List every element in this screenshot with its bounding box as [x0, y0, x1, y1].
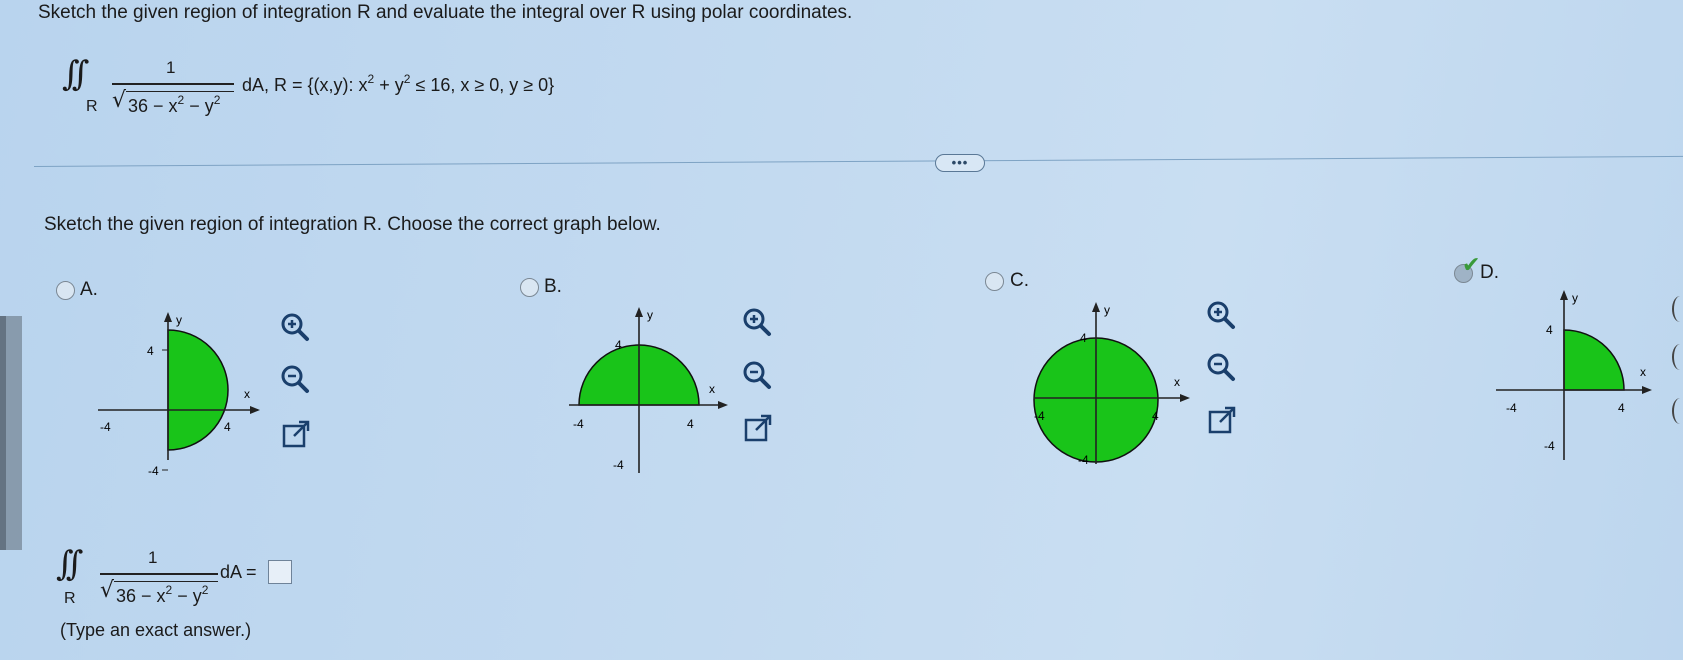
sqrt-symbol: √ — [100, 578, 115, 603]
graph-a-x-label: x — [244, 387, 250, 401]
question-prompt: Sketch the given region of integration R… — [38, 2, 853, 23]
graph-c-tick-label-y4: 4 — [1080, 331, 1087, 345]
graph-d-region — [1563, 329, 1625, 391]
region-definition: dA, R = {(x,y): x2 + y2 ≤ 16, x ≥ 0, y ≥… — [242, 72, 555, 95]
graph-c-x-label: x — [1174, 375, 1180, 389]
fraction-bar — [112, 83, 234, 85]
sqrt-symbol: √ — [112, 88, 127, 113]
graph-b-x-label: x — [709, 382, 715, 396]
graph-a-region — [167, 329, 229, 451]
graph-a-x-arrow — [250, 406, 260, 414]
zoom-out-icon[interactable] — [1204, 350, 1238, 384]
part-instruction: Sketch the given region of integration R… — [44, 214, 661, 235]
graph-b-tick-label-yneg4: -4 — [613, 458, 624, 472]
da-equals: dA = — [220, 562, 257, 582]
graph-d-tick-label-x4: 4 — [1618, 401, 1625, 415]
graph-c: y x 4 -4 4 -4 — [1033, 302, 1190, 467]
fraction-numerator: 1 — [166, 58, 176, 77]
option-b-label[interactable]: B. — [544, 276, 562, 298]
graph-b-tick-label-y4: 4 — [615, 338, 622, 352]
graph-a-tick-label-yneg4: -4 — [148, 464, 159, 478]
double-integral-symbol: ∫∫ — [62, 54, 90, 94]
zoom-in-icon-partial[interactable] — [1672, 296, 1683, 322]
graph-d-tick-label-yneg4: -4 — [1544, 439, 1555, 453]
zoom-out-icon[interactable] — [278, 362, 312, 396]
open-new-window-icon[interactable] — [742, 412, 776, 446]
option-c-label[interactable]: C. — [1010, 270, 1029, 292]
open-new-window-icon[interactable] — [280, 418, 314, 452]
zoom-out-icon-partial[interactable] — [1672, 344, 1683, 370]
graph-d-tick-label-y4: 4 — [1546, 323, 1553, 337]
graph-a-y-arrow — [164, 312, 172, 322]
graph-c-y-label: y — [1104, 303, 1110, 317]
option-a-radio[interactable] — [56, 281, 75, 300]
zoom-in-icon[interactable] — [1204, 298, 1238, 332]
graph-a-tick-label-xneg4: -4 — [100, 420, 111, 434]
fraction-numerator: 1 — [148, 548, 158, 567]
open-new-window-icon-partial[interactable] — [1672, 398, 1683, 424]
graph-d-y-label: y — [1572, 291, 1578, 305]
answer-input-box[interactable] — [268, 560, 292, 584]
option-b-radio[interactable] — [520, 278, 539, 297]
more-button[interactable]: ••• — [935, 154, 985, 172]
integral-expression: ∫∫ R 1 √ 36 − x2 − y2 dA, R = {(x,y): x2… — [62, 50, 622, 120]
graph-b-tick-label-x4: 4 — [687, 417, 694, 431]
graph-b: y x 4 -4 4 -4 — [569, 307, 728, 473]
region-subscript: R — [64, 590, 76, 607]
option-c-radio[interactable] — [985, 272, 1004, 291]
option-d-label[interactable]: D. — [1480, 262, 1499, 284]
fraction-denominator: 36 − x2 − y2 — [116, 583, 209, 606]
graph-b-tick-label-xneg4: -4 — [573, 417, 584, 431]
graph-b-x-arrow — [718, 401, 728, 409]
graph-c-y-arrow — [1092, 302, 1100, 312]
section-divider — [33, 155, 1683, 167]
correct-check-icon: ✔ — [1462, 252, 1481, 277]
double-integral-symbol: ∫∫ — [56, 544, 84, 584]
graph-c-tick-label-yneg4: -4 — [1078, 453, 1089, 467]
fraction-denominator: 36 − x2 − y2 — [128, 93, 221, 116]
graph-c-tick-label-x4: 4 — [1152, 409, 1159, 423]
graph-d-tick-label-xneg4: -4 — [1506, 401, 1517, 415]
graph-a: y x 4 -4 4 -4 — [98, 312, 260, 478]
graph-c-x-arrow — [1180, 394, 1190, 402]
graph-d: y x 4 -4 4 -4 — [1496, 290, 1652, 460]
graph-d-x-arrow — [1642, 386, 1652, 394]
fraction-bar — [100, 573, 218, 575]
answer-expression: ∫∫ R 1 √ 36 − x2 − y2 dA = — [56, 540, 356, 620]
graph-b-y-label: y — [647, 308, 653, 322]
option-a-label[interactable]: A. — [80, 279, 98, 301]
graph-a-tick-label-y4: 4 — [147, 344, 154, 358]
graph-d-y-arrow — [1560, 290, 1568, 300]
graph-d-x-label: x — [1640, 365, 1646, 379]
graph-a-y-label: y — [176, 313, 182, 327]
graph-a-tick-label-x4: 4 — [224, 420, 231, 434]
answer-note: (Type an exact answer.) — [60, 620, 252, 640]
zoom-out-icon[interactable] — [740, 358, 774, 392]
zoom-in-icon[interactable] — [740, 305, 774, 339]
graph-b-y-arrow — [635, 307, 643, 317]
region-subscript: R — [86, 98, 98, 115]
zoom-in-icon[interactable] — [278, 310, 312, 344]
open-new-window-icon[interactable] — [1206, 404, 1240, 438]
graph-c-tick-label-xneg4: -4 — [1034, 409, 1045, 423]
left-panel-edge-dark — [0, 316, 6, 550]
